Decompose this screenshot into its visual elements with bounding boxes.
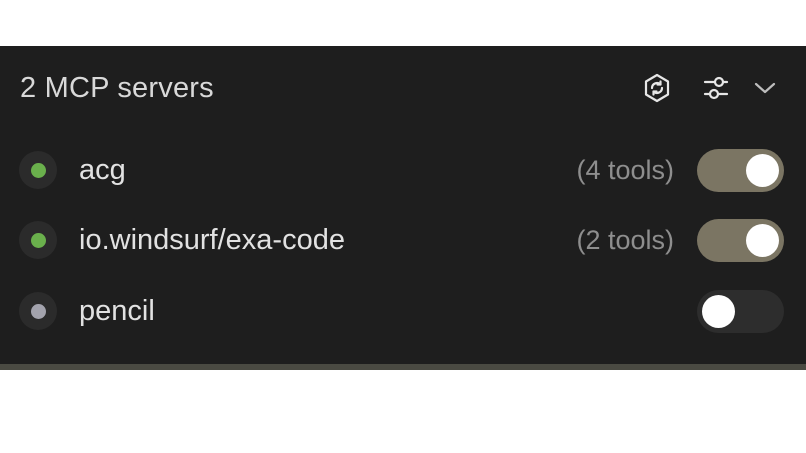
server-row-acg: acg (4 tools) (0, 139, 806, 203)
panel-bottom-border (0, 364, 806, 370)
toggle-knob (746, 154, 779, 187)
tools-count: (4 tools) (576, 155, 674, 185)
server-row-exa-code: io.windsurf/exa-code (2 tools) (0, 209, 806, 273)
server-name: io.windsurf/exa-code (79, 224, 345, 256)
server-row-pencil: pencil (0, 280, 806, 344)
panel-title: 2 MCP servers (20, 72, 214, 104)
status-indicator (19, 292, 57, 330)
toggle-knob (702, 295, 735, 328)
tools-count: (2 tools) (576, 225, 674, 255)
server-toggle-pencil[interactable] (697, 290, 784, 333)
status-dot-on (30, 232, 46, 248)
chevron-down-icon[interactable] (747, 70, 783, 106)
mcp-panel-header: 2 MCP servers (0, 46, 806, 130)
server-toggle-acg[interactable] (697, 149, 784, 192)
server-toggle-exa-code[interactable] (697, 219, 784, 262)
status-dot-on (30, 162, 46, 178)
sliders-icon[interactable] (698, 70, 734, 106)
server-name: acg (79, 154, 126, 186)
status-indicator (19, 221, 57, 259)
server-name: pencil (79, 295, 155, 327)
mcp-refresh-icon[interactable] (639, 70, 675, 106)
mcp-servers-panel: 2 MCP servers acg (4 tools) io.windsurf/… (0, 46, 806, 364)
toggle-knob (746, 224, 779, 257)
status-indicator (19, 151, 57, 189)
status-dot-off (30, 303, 46, 319)
